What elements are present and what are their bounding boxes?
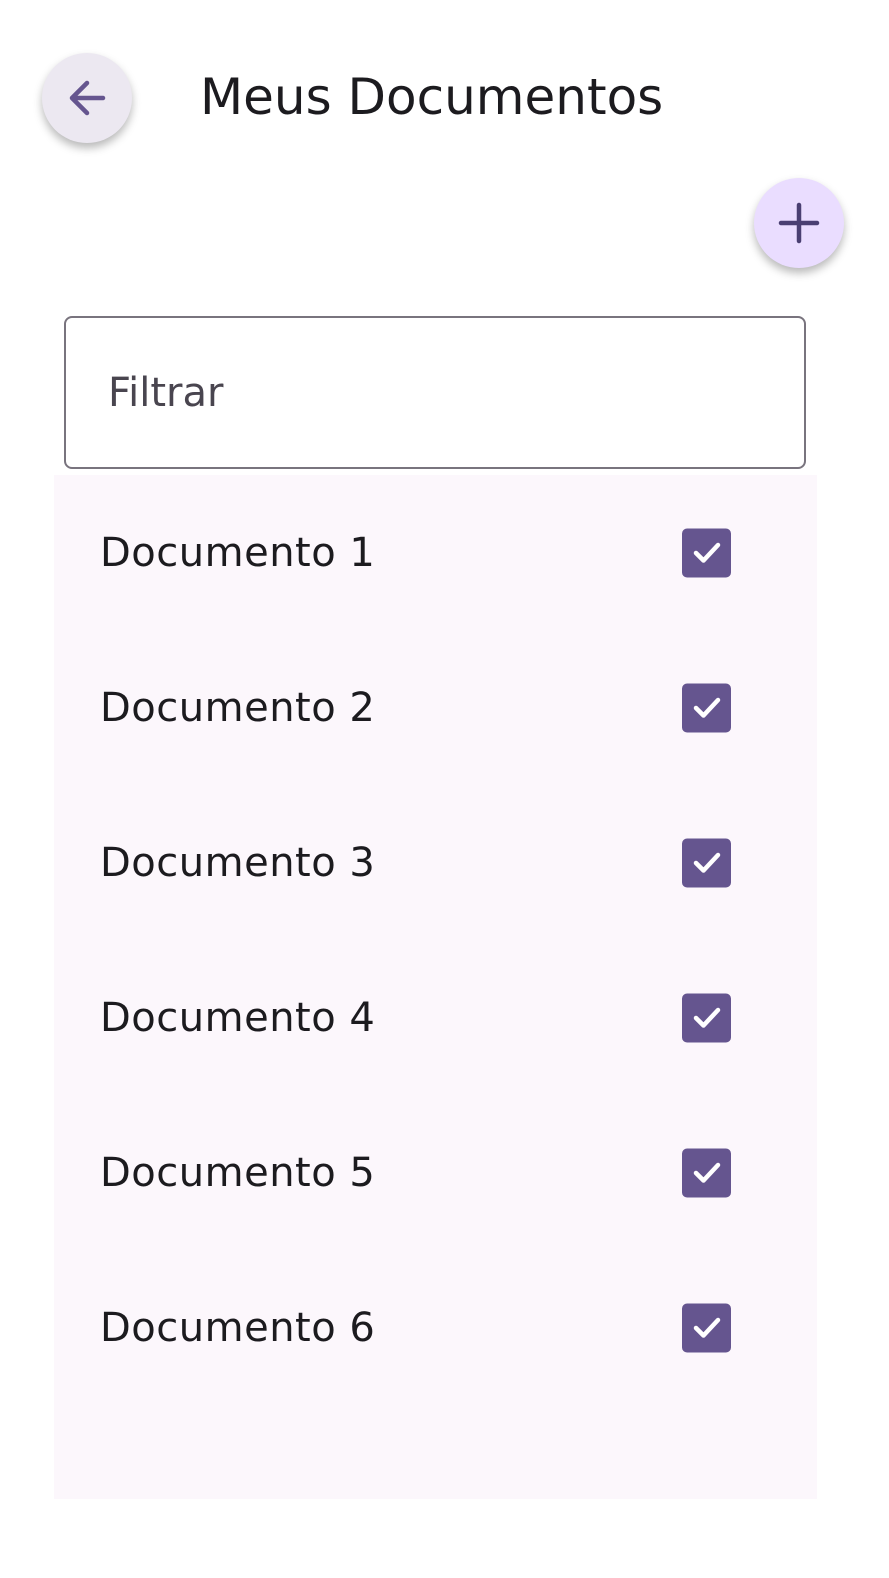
document-label: Documento 6: [100, 1304, 376, 1351]
list-item[interactable]: Documento 6: [54, 1250, 817, 1405]
check-icon: [693, 542, 720, 563]
check-icon: [693, 697, 720, 718]
document-label: Documento 3: [100, 839, 376, 886]
document-list: Documento 1 Documento 2 Documento 3 Docu…: [54, 475, 817, 1499]
list-item[interactable]: Documento 4: [54, 940, 817, 1095]
check-icon: [693, 1317, 720, 1338]
filter-input[interactable]: [108, 318, 778, 467]
document-checkbox[interactable]: [682, 1303, 731, 1352]
filter-field: [64, 316, 806, 469]
document-checkbox[interactable]: [682, 528, 731, 577]
add-document-button[interactable]: [754, 178, 844, 268]
check-icon: [693, 852, 720, 873]
check-icon: [693, 1162, 720, 1183]
list-item[interactable]: Documento 5: [54, 1095, 817, 1250]
list-item[interactable]: Documento 2: [54, 630, 817, 785]
document-label: Documento 1: [100, 529, 376, 576]
list-item[interactable]: Documento 3: [54, 785, 817, 940]
arrow-left-icon: [69, 80, 106, 116]
check-icon: [693, 1007, 720, 1028]
document-checkbox[interactable]: [682, 838, 731, 887]
page-title: Meus Documentos: [200, 68, 664, 126]
document-label: Documento 4: [100, 994, 376, 1041]
document-checkbox[interactable]: [682, 1148, 731, 1197]
document-label: Documento 2: [100, 684, 376, 731]
list-item[interactable]: Documento 1: [54, 475, 817, 630]
plus-icon: [778, 202, 820, 244]
document-label: Documento 5: [100, 1149, 376, 1196]
back-button[interactable]: [42, 53, 132, 143]
document-checkbox[interactable]: [682, 993, 731, 1042]
document-checkbox[interactable]: [682, 683, 731, 732]
